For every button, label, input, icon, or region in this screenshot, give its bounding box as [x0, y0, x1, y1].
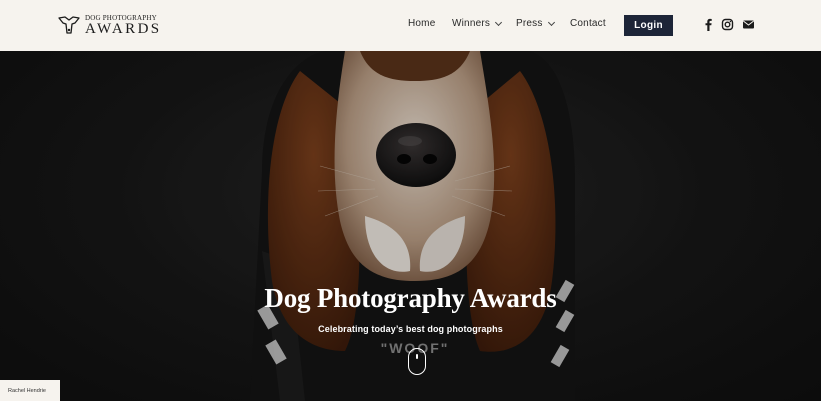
nav-press[interactable]: Press: [516, 18, 555, 29]
hero-subtitle: Celebrating today’s best dog photographs: [318, 324, 503, 334]
instagram-icon[interactable]: [721, 18, 734, 31]
nav-winners-label: Winners: [452, 18, 491, 29]
nav-press-label: Press: [516, 18, 543, 29]
logo-wordmark: DOG PHOTOGRAPHY AWARDS: [85, 14, 162, 37]
chevron-down-icon: [495, 18, 503, 26]
scroll-down-icon[interactable]: [408, 348, 426, 375]
nav-contact-label: Contact: [570, 18, 606, 29]
logo-big-text: AWARDS: [85, 21, 162, 37]
nav-home[interactable]: Home: [408, 18, 435, 29]
nav-home-label: Home: [408, 18, 436, 29]
email-icon[interactable]: [742, 18, 755, 31]
hero-dog-photo: "WOOF": [0, 51, 821, 401]
chevron-down-icon: [547, 18, 555, 26]
nav-contact[interactable]: Contact: [570, 18, 606, 29]
hero-title: Dog Photography Awards: [264, 283, 557, 313]
site-header: DOG PHOTOGRAPHY AWARDS Home Winners Pres…: [0, 0, 821, 51]
hero-banner: "WOOF" Dog Photography Awards Celebratin…: [0, 51, 821, 401]
nav-winners[interactable]: Winners: [452, 18, 503, 29]
login-button[interactable]: Login: [624, 15, 673, 36]
site-logo[interactable]: DOG PHOTOGRAPHY AWARDS: [57, 14, 162, 37]
facebook-icon[interactable]: [702, 18, 715, 31]
dog-logo-icon: [58, 16, 80, 34]
photo-credit: Rachel Hendrie: [0, 380, 60, 401]
